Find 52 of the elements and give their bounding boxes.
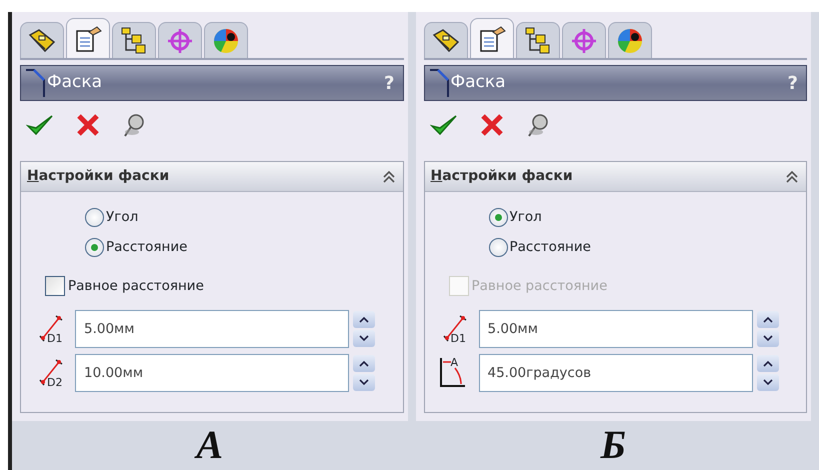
radio-option[interactable]: Расстояние: [85, 232, 392, 262]
panel-caption: Б: [599, 423, 627, 468]
chevron-down-icon: [762, 379, 772, 386]
panel-title: Фаска: [450, 71, 506, 94]
chamfer-icon: [25, 68, 47, 98]
radio-option[interactable]: Угол: [488, 202, 796, 232]
spin-up-button[interactable]: [756, 355, 778, 372]
collapse-chevron-icon[interactable]: [786, 170, 798, 184]
part-icon: [430, 26, 460, 54]
panel-caption: А: [193, 423, 224, 468]
tree-icon: [522, 26, 552, 56]
tab[interactable]: [20, 22, 64, 58]
part-icon: [27, 26, 57, 54]
group-title: Настройки фаски: [27, 167, 170, 186]
tab[interactable]: [608, 22, 652, 58]
chevron-up-icon: [359, 316, 369, 324]
spin-down-button[interactable]: [756, 330, 778, 348]
collapse-chevron-icon[interactable]: [382, 170, 394, 184]
spin-up-button[interactable]: [353, 355, 375, 372]
spin-down-button[interactable]: [756, 374, 778, 392]
tab[interactable]: [112, 22, 156, 58]
checkbox-label: Равное расстояние: [472, 277, 608, 296]
tab[interactable]: [516, 22, 560, 58]
cancel-x-icon[interactable]: [76, 113, 100, 137]
spin-up-button[interactable]: [756, 311, 778, 328]
checkbox[interactable]: [45, 276, 65, 296]
ok-checkmark-icon[interactable]: [430, 113, 458, 137]
chamfer-icon: [428, 68, 450, 98]
chevron-down-icon: [359, 379, 369, 386]
cancel-x-icon[interactable]: [480, 113, 504, 137]
chevron-down-icon: [359, 335, 369, 342]
tab[interactable]: [204, 22, 248, 58]
chevron-down-icon: [762, 335, 772, 342]
input-field[interactable]: 5.00мм: [75, 310, 349, 348]
chevron-up-icon: [762, 360, 772, 368]
input-field[interactable]: 5.00мм: [478, 310, 752, 348]
tab[interactable]: [66, 18, 110, 58]
checkbox-label: Равное расстояние: [68, 277, 204, 296]
spin-down-button[interactable]: [353, 374, 375, 392]
radio-option[interactable]: Расстояние: [488, 232, 796, 262]
spin-down-button[interactable]: [353, 330, 375, 348]
chevron-up-icon: [359, 360, 369, 368]
chevron-up-icon: [762, 316, 772, 324]
spin-up-button[interactable]: [353, 311, 375, 328]
ok-checkmark-icon[interactable]: [26, 113, 54, 137]
radio-option[interactable]: Угол: [85, 202, 392, 232]
tab[interactable]: [424, 22, 468, 58]
input-field[interactable]: 10.00мм: [75, 354, 349, 392]
panel-title: Фаска: [47, 71, 102, 94]
input-field[interactable]: 45.00градусов: [478, 354, 752, 392]
group-title: Настройки фаски: [430, 167, 573, 186]
tab[interactable]: [470, 18, 514, 58]
